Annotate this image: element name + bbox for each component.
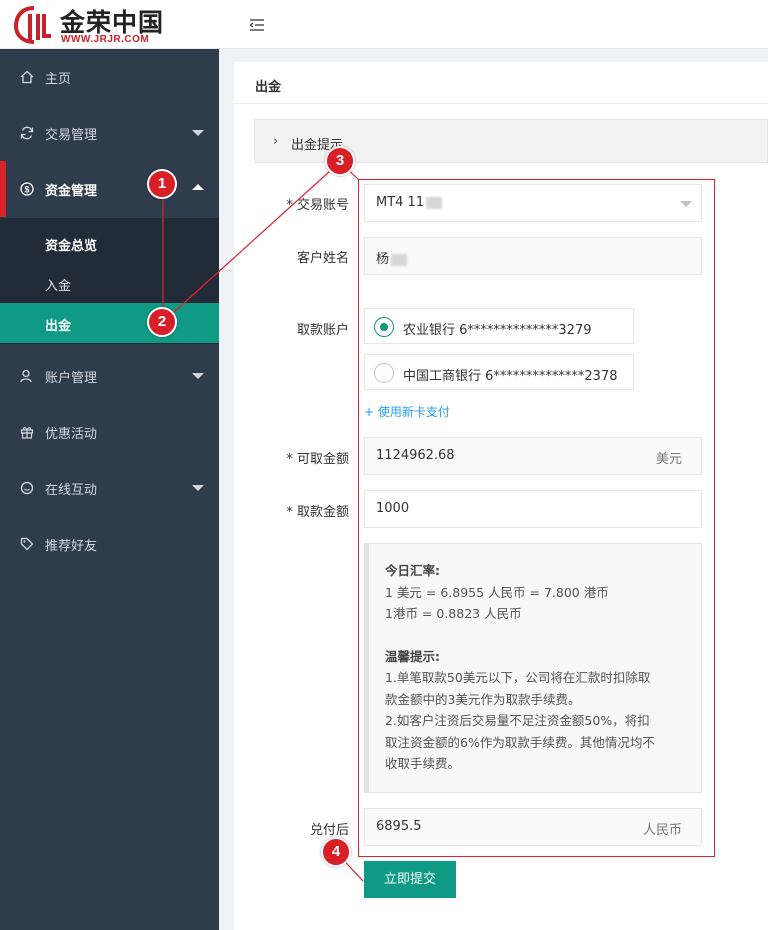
gift-icon — [20, 427, 34, 439]
sidebar-item-funds[interactable]: $ 资金管理 — [0, 161, 219, 217]
logo-area[interactable]: 金荣中国 WWW.JRJR.COM — [0, 0, 219, 49]
available-value: 1124962.68 — [376, 448, 455, 463]
chevron-down-icon — [192, 485, 204, 491]
tag-icon — [20, 537, 34, 551]
radio-checked-icon[interactable] — [374, 317, 394, 337]
tip-line: 收取手续费。 — [385, 756, 461, 771]
submenu-item-label: 入金 — [45, 279, 72, 294]
notice-title: 出金提示 — [291, 138, 344, 153]
sidebar-item-label: 账户管理 — [45, 371, 98, 386]
sidebar-item-label: 资金管理 — [45, 184, 98, 199]
available-unit: 美元 — [655, 452, 682, 467]
radio-unchecked-icon[interactable] — [374, 363, 394, 383]
submenu-item-label: 资金总览 — [45, 239, 98, 254]
submenu-item-label: 出金 — [45, 319, 72, 334]
chevron-down-icon — [192, 373, 204, 379]
converted-unit: 人民币 — [642, 823, 682, 838]
sidebar-item-home[interactable]: 主页 — [0, 49, 219, 105]
bank-option-label: 农业银行 6**************3279 — [403, 323, 592, 338]
sidebar-item-label: 主页 — [45, 72, 72, 87]
page-title: 出金 — [255, 80, 282, 95]
account-value: MT4 11 — [376, 195, 443, 210]
withdraw-account-label: 取款账户 — [296, 323, 349, 338]
converted-amount-field: 6895.5 人民币 — [364, 808, 702, 846]
menu-fold-icon[interactable] — [249, 18, 265, 32]
sidebar-item-account[interactable]: 账户管理 — [0, 348, 219, 404]
submenu-item-deposit[interactable]: 入金 — [0, 263, 219, 303]
name-label: 客户姓名 — [296, 251, 349, 266]
bank-option-icbc[interactable]: 中国工商银行 6**************2378 — [364, 354, 634, 390]
refresh-icon — [20, 126, 34, 140]
exchange-rate-info: 今日汇率: 1 美元 = 6.8955 人民币 = 7.800 港币 1港币 =… — [364, 543, 702, 793]
sidebar-item-online-chat[interactable]: 在线互动 — [0, 460, 219, 516]
chevron-down-icon — [680, 201, 692, 207]
sidebar-item-promotions[interactable]: 优惠活动 — [0, 404, 219, 460]
withdraw-notice-collapse[interactable]: › 出金提示 — [254, 119, 768, 163]
submenu-item-overview[interactable]: 资金总览 — [0, 223, 219, 263]
home-icon — [20, 70, 34, 84]
customer-name-field: 杨 — [364, 237, 702, 275]
dollar-icon: $ — [20, 182, 34, 196]
rate-line: 1 美元 = 6.8955 人民币 = 7.800 港币 — [385, 584, 609, 600]
tip-heading: 温馨提示: — [385, 648, 440, 664]
submit-button[interactable]: 立即提交 — [364, 861, 456, 898]
sidebar-item-label: 在线互动 — [45, 483, 98, 498]
divider — [234, 103, 768, 104]
rate-heading: 今日汇率: — [385, 563, 440, 578]
converted-label: 兑付后 — [309, 823, 349, 838]
chevron-right-icon: › — [273, 134, 279, 149]
submenu-item-withdraw[interactable]: 出金 — [0, 303, 219, 343]
name-value: 杨 — [376, 248, 408, 267]
trading-account-select[interactable]: MT4 11 — [364, 184, 702, 222]
chevron-down-icon — [192, 130, 204, 136]
tip-line: 取注资金额的6%作为取款手续费。其他情况均不 — [385, 734, 655, 750]
converted-value: 6895.5 — [376, 819, 422, 834]
sidebar-item-label: 交易管理 — [45, 128, 98, 143]
chevron-up-icon — [192, 184, 204, 190]
sidebar: 主页 交易管理 $ 资金管理 资金总览 入金 出金 账户管理 优惠活动 在线互动 — [0, 49, 219, 930]
tip-line: 款金额中的3美元作为取款手续费。 — [385, 691, 581, 707]
chat-icon — [20, 481, 34, 495]
brand-logo-icon — [14, 6, 51, 44]
funds-submenu: 资金总览 入金 出金 — [0, 218, 219, 344]
amount-value: 1000 — [376, 501, 410, 516]
account-label: * 交易账号 — [286, 198, 349, 213]
sidebar-item-referral[interactable]: 推荐好友 — [0, 516, 219, 572]
tip-line: 1.单笔取款50美元以下，公司将在汇款时扣除取 — [385, 670, 651, 685]
svg-text:$: $ — [24, 184, 29, 194]
tip-line: 2.如客户注资后交易量不足注资金额50%，将扣 — [385, 713, 650, 728]
sidebar-item-label: 优惠活动 — [45, 427, 98, 442]
user-icon — [20, 369, 32, 383]
withdraw-amount-input[interactable]: 1000 — [364, 490, 702, 528]
available-label: * 可取金额 — [286, 452, 349, 467]
rate-line: 1港币 = 0.8823 人民币 — [385, 606, 522, 621]
bank-option-abc[interactable]: 农业银行 6**************3279 — [364, 308, 634, 344]
bank-option-label: 中国工商银行 6**************2378 — [403, 369, 618, 384]
top-header — [219, 0, 768, 49]
use-new-card-link[interactable]: + 使用新卡支付 — [364, 403, 450, 420]
available-amount-field: 1124962.68 美元 — [364, 437, 702, 475]
sidebar-item-trading[interactable]: 交易管理 — [0, 105, 219, 161]
brand-url: WWW.JRJR.COM — [61, 34, 150, 45]
sidebar-item-label: 推荐好友 — [45, 539, 98, 554]
withdraw-card: 出金 › 出金提示 * 交易账号 MT4 11 客户姓名 杨 取款账户 农业银行… — [234, 62, 768, 930]
amount-label: * 取款金额 — [286, 505, 349, 520]
